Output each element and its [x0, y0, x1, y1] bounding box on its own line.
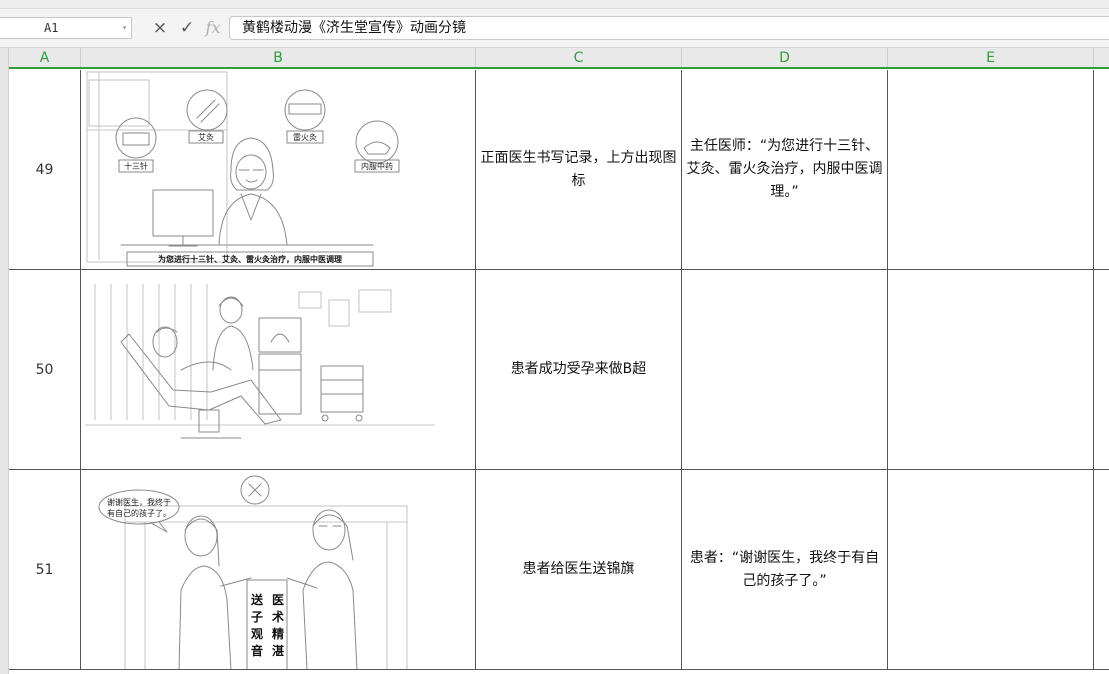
- cell-dialogue[interactable]: 主任医师：“为您进行十三针、艾灸、雷火灸治疗，内服中医调理。”: [682, 70, 888, 270]
- formula-bar: A1 ▾ × ✓ fx 黄鹤楼动漫《济生堂宣传》动画分镜: [0, 9, 1109, 48]
- column-header-e[interactable]: E: [888, 48, 1094, 67]
- storyboard-frame-49: 十三针 艾灸 雷火灸 内服中药 为您进行十三针、艾灸、雷火灸治疗，内服中医调理: [86, 71, 400, 267]
- storyboard-frame-50: [85, 284, 435, 439]
- row-number[interactable]: 51: [9, 470, 81, 670]
- icon-label-moxibustion: 艾灸: [198, 132, 214, 142]
- speech-bubble-line-1: 谢谢医生，我终于: [107, 497, 171, 507]
- banner-char: 音: [251, 643, 263, 658]
- column-header-f[interactable]: [1094, 48, 1109, 67]
- chevron-down-icon[interactable]: ▾: [122, 18, 127, 38]
- cell-description[interactable]: 患者给医生送锦旗: [476, 470, 682, 670]
- sheet-grid: 49 十三针 艾灸 雷火灸 内服中药 为您进行十三针、艾灸、雷火灸治疗，内服中医…: [0, 70, 1109, 674]
- row-number[interactable]: 49: [9, 70, 81, 270]
- banner-char: 术: [271, 609, 284, 624]
- banner-char: 湛: [272, 643, 284, 658]
- storyboard-image-cell[interactable]: [81, 270, 476, 470]
- banner-char: 子: [251, 610, 263, 624]
- cell-description[interactable]: 正面医生书写记录，上方出现图标: [476, 70, 682, 270]
- selection-line: [0, 67, 1109, 69]
- row-number[interactable]: 50: [9, 270, 81, 470]
- banner-char: 送: [250, 592, 264, 607]
- cell-empty[interactable]: [888, 470, 1094, 670]
- icon-label-thunder-fire: 雷火灸: [293, 132, 317, 142]
- cell-empty[interactable]: [888, 270, 1094, 470]
- storyboard-caption: 为您进行十三针、艾灸、雷火灸治疗，内服中医调理: [158, 254, 342, 264]
- column-header-c[interactable]: C: [476, 48, 682, 67]
- banner-text-left: 送 子 观 音: [250, 592, 264, 658]
- cell-description[interactable]: 患者成功受孕来做B超: [476, 270, 682, 470]
- cell-empty[interactable]: [1094, 70, 1109, 270]
- column-header-bar: A B C D E: [0, 48, 1109, 69]
- banner-char: 观: [251, 627, 263, 641]
- formula-input[interactable]: 黄鹤楼动漫《济生堂宣传》动画分镜: [229, 16, 1109, 40]
- icon-label-herbal: 内服中药: [361, 161, 393, 171]
- column-header-a[interactable]: A: [9, 48, 81, 67]
- confirm-icon[interactable]: ✓: [177, 18, 197, 38]
- storyboard-image-cell[interactable]: 十三针 艾灸 雷火灸 内服中药 为您进行十三针、艾灸、雷火灸治疗，内服中医调理: [81, 70, 476, 270]
- cell-dialogue[interactable]: 患者：“谢谢医生，我终于有自己的孩子了。”: [682, 470, 888, 670]
- banner-char: 精: [272, 626, 284, 641]
- storyboard-frame-51: 谢谢医生，我终于 有自己的孩子了。 医 术 精 湛 送 子 观 音: [98, 475, 408, 669]
- name-box-value: A1: [44, 21, 59, 35]
- cell-dialogue[interactable]: [682, 270, 888, 470]
- cell-empty[interactable]: [888, 70, 1094, 270]
- speech-bubble-line-2: 有自己的孩子了。: [107, 508, 171, 518]
- icon-label-acupuncture: 十三针: [124, 161, 148, 171]
- storyboard-image-cell[interactable]: 谢谢医生，我终于 有自己的孩子了。 医 术 精 湛 送 子 观 音: [81, 470, 476, 670]
- banner-char: 医: [272, 593, 284, 607]
- fx-icon[interactable]: fx: [203, 18, 223, 38]
- banner-text-right: 医 术 精 湛: [271, 593, 284, 658]
- cell-empty[interactable]: [1094, 270, 1109, 470]
- toolbar-strip: [0, 0, 1109, 9]
- cancel-icon[interactable]: ×: [150, 18, 170, 38]
- column-header-d[interactable]: D: [682, 48, 888, 67]
- cell-empty[interactable]: [1094, 470, 1109, 670]
- column-header-b[interactable]: B: [81, 48, 476, 67]
- name-box[interactable]: A1 ▾: [0, 17, 132, 39]
